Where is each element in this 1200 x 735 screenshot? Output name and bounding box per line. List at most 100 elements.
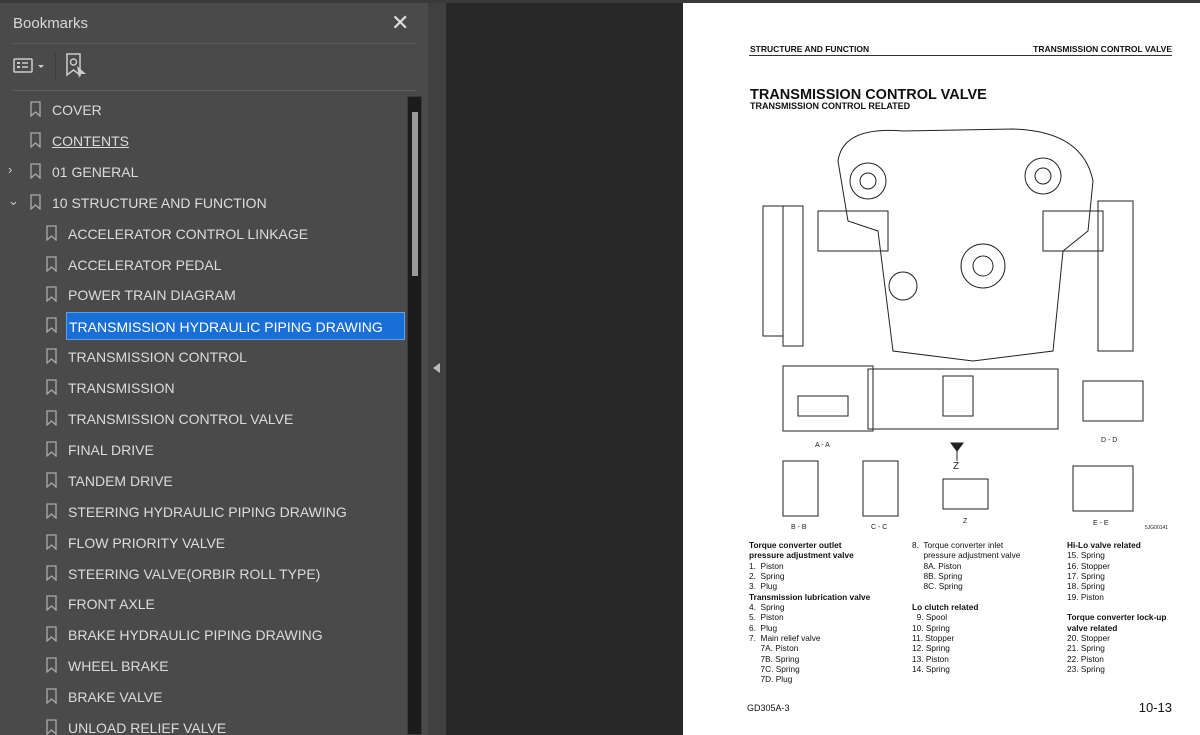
parts-list-line: 7B. Spring [749,653,800,664]
bookmark-item[interactable]: BRAKE VALVE [0,683,405,711]
parts-list-line: 12. Spring [912,643,950,654]
bookmark-item[interactable]: TRANSMISSION CONTROL VALVE [0,405,405,433]
close-icon[interactable]: ✕ [391,10,409,36]
bookmark-label: FLOW PRIORITY VALVE [68,534,226,551]
scrollbar[interactable] [407,96,422,735]
label-section-aa: A - A [815,442,830,449]
scrollbar-thumb[interactable] [412,112,418,276]
parts-list-line: 10. Spring [912,622,950,633]
parts-list-line: 2. Spring [749,571,785,582]
parts-list-line: 8A. Piston [912,560,962,571]
parts-list-line: Torque converter lock-up [1067,612,1167,623]
divider [13,43,416,44]
parts-list-line: 23. Spring [1067,664,1105,675]
bookmark-item[interactable]: FRONT AXLE [0,590,405,618]
parts-list-line: 7. Main relief valve [749,633,821,644]
bookmark-item[interactable]: › 01 GENERAL [0,158,405,186]
model-code: GD305A-3 [747,703,790,713]
parts-list-column-1: Torque converter outlet pressure adjustme… [749,540,870,685]
parts-list-line: Lo clutch related [912,602,979,613]
parts-list-line: 8C. Spring [912,581,963,592]
parts-list-line: pressure adjustment valve [912,550,1021,561]
label-section-bb: B - B [791,524,807,531]
bookmark-label: FRONT AXLE [68,596,155,613]
bookmark-icon [46,688,57,705]
bookmark-icon [46,379,57,396]
panel-splitter[interactable] [428,3,446,735]
port-circle [849,162,887,200]
bookmark-item[interactable]: TRANSMISSION HYDRAULIC PIPING DRAWING [0,312,405,341]
bookmark-label: UNLOAD RELIEF VALVE [68,720,227,735]
bookmark-label: ACCELERATOR CONTROL LINKAGE [68,225,309,242]
collapse-panel-arrow-icon[interactable] [433,363,440,373]
bookmark-label: TANDEM DRIVE [68,472,173,489]
parts-list-line: 15. Spring [1067,550,1105,561]
bookmark-item[interactable]: ⌄ 10 STRUCTURE AND FUNCTION [0,189,405,217]
bookmark-item[interactable]: FLOW PRIORITY VALVE [0,529,405,557]
bookmark-item[interactable]: WHEEL BRAKE [0,652,405,680]
parts-list-line: 11. Stopper [912,633,955,644]
parts-list-line: valve related [1067,622,1118,633]
running-header-left: STRUCTURE AND FUNCTION [750,44,870,54]
bookmark-label: TRANSMISSION CONTROL VALVE [68,411,294,427]
valve-body-outline [837,128,1094,362]
bookmark-label: STEERING VALVE(ORBIR ROLL TYPE) [68,565,321,582]
bookmark-icon [46,472,57,488]
bookmark-icon [46,503,57,519]
bookmark-icon [46,595,57,612]
parts-list-line: 19. Piston [1067,591,1104,602]
bookmark-item[interactable]: ACCELERATOR PEDAL [0,251,405,279]
parts-list-line: 6. Plug [749,622,778,633]
port-circle [1024,157,1062,195]
parts-list-line: 14. Spring [912,664,950,675]
bookmark-search-icon [66,53,86,78]
valve-diagram: A - A B - B C - C D - D E - E Z Z 5JG001… [762,128,1168,531]
bookmark-tree: COVER CONTENTS › 01 GENERAL ⌄ 10 STRUCTURE AN… [0,93,405,735]
bookmark-label: CONTENTS [52,132,129,149]
bookmark-item[interactable]: TRANSMISSION CONTROL [0,343,405,371]
bookmark-item[interactable]: FINAL DRIVE [0,436,405,464]
bookmark-icon [46,719,57,735]
bookmark-icon [46,224,57,241]
bookmark-item[interactable]: CONTENTS [0,127,405,155]
view-arrow [950,442,964,461]
parts-list-line: Hi-Lo valve related [1067,540,1141,550]
bookmark-icon [46,626,57,643]
parts-list-line: 8B. Spring [912,571,963,582]
bookmark-icon [46,533,57,550]
bookmark-item[interactable]: POWER TRAIN DIAGRAM [0,281,405,309]
list-options-icon [13,58,44,73]
parts-list-line: 8. Torque converter inlet [912,540,1004,550]
bookmark-icon [30,101,41,117]
parts-list-line: 22. Piston [1067,653,1104,664]
bookmark-item[interactable]: TRANSMISSION [0,374,405,402]
running-header-right: TRANSMISSION CONTROL VALVE [1033,44,1172,54]
parts-list-column-2: 8. Torque converter inlet pressure adjus… [912,540,1020,674]
bookmark-label: TRANSMISSION CONTROL [68,349,247,366]
bookmark-item[interactable]: STEERING VALVE(ORBIR ROLL TYPE) [0,560,405,588]
bookmark-label: BRAKE VALVE [68,689,163,706]
parts-list-line: 20. Stopper [1067,633,1110,644]
bookmark-item[interactable]: TANDEM DRIVE [0,467,405,495]
parts-list-line: 21. Spring [1067,643,1105,654]
port-circle [960,243,1006,289]
bookmark-item[interactable]: UNLOAD RELIEF VALVE [0,714,405,735]
pdf-page: STRUCTURE AND FUNCTION TRANSMISSION CONT… [683,3,1200,735]
section-bb [782,460,819,517]
chevron-down-icon[interactable]: ⌄ [8,193,22,209]
bookmark-item[interactable]: ACCELERATOR CONTROL LINKAGE [0,220,405,248]
bookmark-icon [46,317,57,334]
port-circle [888,271,918,301]
find-bookmark-button[interactable] [65,53,89,84]
parts-list-line [1067,602,1166,612]
bookmark-item[interactable]: COVER [0,96,405,124]
bookmark-label: TRANSMISSION HYDRAULIC PIPING DRAWING [66,312,405,341]
toolbar-separator [55,53,56,79]
options-menu-button[interactable] [13,56,49,79]
parts-list-line: 16. Stopper [1067,560,1110,571]
bookmark-item[interactable]: STEERING HYDRAULIC PIPING DRAWING [0,498,405,526]
chevron-right-icon[interactable]: › [8,162,22,177]
bookmark-icon [46,255,57,272]
bookmark-item[interactable]: BRAKE HYDRAULIC PIPING DRAWING [0,621,405,649]
bookmark-label: BRAKE HYDRAULIC PIPING DRAWING [68,627,323,644]
